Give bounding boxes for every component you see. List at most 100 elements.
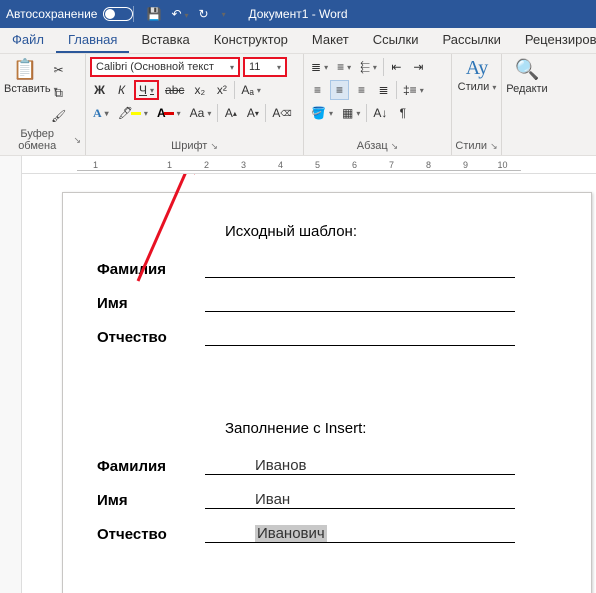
group-styles-label: Стили: [455, 140, 487, 152]
dialog-launcher-icon[interactable]: ↘: [73, 135, 81, 146]
undo-icon[interactable]: ↶▾: [171, 7, 188, 21]
underline-button[interactable]: Ч▾: [134, 80, 159, 100]
editing-button[interactable]: 🔍 Редакти: [506, 57, 548, 95]
group-font-label: Шрифт: [171, 140, 207, 152]
dialog-launcher-icon[interactable]: ↘: [391, 141, 399, 152]
ruler-mark: 5: [299, 160, 336, 170]
section2-title: Заполнение с Insert:: [225, 420, 561, 437]
grow-font-icon[interactable]: A▴: [221, 103, 240, 123]
save-icon[interactable]: 💾: [146, 7, 161, 21]
paste-button[interactable]: 📋 Вставить▾: [4, 57, 46, 95]
label-firstname: Имя: [97, 295, 205, 312]
styles-icon: Ay: [456, 57, 498, 80]
ruler-mark: 9: [447, 160, 484, 170]
group-font: Calibri (Основной текст▾ 11▾ Ж К Ч▾ abc …: [86, 54, 304, 155]
value-firstname[interactable]: Иван: [205, 489, 515, 509]
strike-button[interactable]: abc: [162, 80, 187, 100]
indent-left-icon[interactable]: ⇤: [387, 57, 406, 77]
change-case-icon[interactable]: Aa▾: [187, 103, 215, 123]
paste-label: Вставить: [4, 83, 51, 95]
blank-line[interactable]: [205, 292, 515, 312]
value-patronymic[interactable]: Иванович: [205, 523, 515, 543]
label-firstname: Имя: [97, 492, 205, 509]
section1-title: Исходный шаблон:: [225, 223, 561, 240]
selected-text: Иванович: [255, 525, 327, 542]
find-icon: 🔍: [506, 57, 548, 82]
font-size-combo[interactable]: 11▾: [243, 57, 287, 77]
bullets-icon[interactable]: ≣▾: [308, 57, 331, 77]
ribbon-tabs: Файл Главная Вставка Конструктор Макет С…: [0, 28, 596, 54]
multilevel-icon[interactable]: ⬱▾: [357, 57, 380, 77]
tab-home[interactable]: Главная: [56, 28, 129, 53]
value-lastname[interactable]: Иванов: [205, 455, 515, 475]
dialog-launcher-icon[interactable]: ↘: [490, 141, 498, 152]
shading-icon[interactable]: 🪣▾: [308, 103, 336, 123]
titlebar: Автосохранение 💾 ↶▾ ↻ ▾ Документ1 - Word: [0, 0, 596, 28]
qat-more-icon[interactable]: ▾: [222, 10, 226, 19]
label-lastname: Фамилия: [97, 261, 205, 278]
font-color-icon[interactable]: A▾: [154, 103, 184, 123]
autosave-label: Автосохранение: [6, 7, 97, 21]
group-paragraph-label: Абзац: [357, 140, 388, 152]
copy-icon[interactable]: ⧉: [48, 83, 69, 103]
tab-references[interactable]: Ссылки: [361, 28, 431, 53]
align-center-icon[interactable]: ≡: [330, 80, 349, 100]
superscript-button[interactable]: x²: [212, 80, 231, 100]
cut-icon[interactable]: ✂: [48, 60, 69, 80]
bold-button[interactable]: Ж: [90, 80, 109, 100]
align-right-icon[interactable]: ≡: [352, 80, 371, 100]
tab-review[interactable]: Рецензиров: [513, 28, 596, 53]
tab-design[interactable]: Конструктор: [202, 28, 300, 53]
ruler-mark: 6: [336, 160, 373, 170]
highlight-color-icon[interactable]: 🖊▾: [115, 103, 151, 123]
vertical-ruler[interactable]: [0, 156, 22, 593]
blank-line[interactable]: [205, 326, 515, 346]
show-marks-icon[interactable]: ¶: [393, 103, 412, 123]
ruler-mark: 8: [410, 160, 447, 170]
numbering-icon[interactable]: ≡▾: [334, 57, 354, 77]
document-area[interactable]: Исходный шаблон: Фамилия Имя Отчество За…: [22, 174, 596, 593]
ruler-mark: 1: [151, 160, 188, 170]
tab-file[interactable]: Файл: [0, 28, 56, 53]
text-effect-a-icon[interactable]: A▾: [90, 103, 112, 123]
autosave-toggle[interactable]: Автосохранение: [6, 7, 133, 21]
text-effects-icon[interactable]: Aₐ▾: [238, 80, 263, 100]
blank-line[interactable]: [205, 258, 515, 278]
field-lastname: Фамилия Иванов: [97, 455, 561, 475]
borders-icon[interactable]: ▦▾: [339, 103, 363, 123]
field-patronymic-blank: Отчество: [97, 326, 561, 346]
clear-format-icon[interactable]: A⌫: [269, 103, 294, 123]
font-size-value: 11: [249, 61, 260, 73]
clipboard-icon: 📋: [4, 57, 46, 82]
italic-button[interactable]: К: [112, 80, 131, 100]
font-family-value: Calibri (Основной текст: [96, 61, 214, 73]
label-patronymic: Отчество: [97, 329, 205, 346]
shrink-font-icon[interactable]: A▾: [243, 103, 262, 123]
tab-insert[interactable]: Вставка: [129, 28, 201, 53]
page[interactable]: Исходный шаблон: Фамилия Имя Отчество За…: [62, 192, 592, 593]
align-left-icon[interactable]: ≡: [308, 80, 327, 100]
dialog-launcher-icon[interactable]: ↘: [210, 141, 218, 152]
tab-mailings[interactable]: Рассылки: [430, 28, 512, 53]
ruler-mark: 10: [484, 160, 521, 170]
tab-layout[interactable]: Макет: [300, 28, 361, 53]
line-spacing-icon[interactable]: ‡≡▾: [400, 80, 427, 100]
label-lastname: Фамилия: [97, 458, 205, 475]
group-styles: Ay Стили▾ Стили↘: [452, 54, 502, 155]
format-painter-icon[interactable]: 🖌: [48, 106, 69, 126]
ruler-mark: [114, 160, 151, 170]
toggle-switch[interactable]: [103, 7, 133, 21]
ruler-mark: 3: [225, 160, 262, 170]
horizontal-ruler[interactable]: 1 1 2 3 4 5 6 7 8 9 10: [22, 156, 596, 174]
font-family-combo[interactable]: Calibri (Основной текст▾: [90, 57, 240, 77]
ruler-mark: 2: [188, 160, 225, 170]
redo-icon[interactable]: ↻: [199, 7, 209, 21]
indent-right-icon[interactable]: ⇥: [409, 57, 428, 77]
justify-icon[interactable]: ≣: [374, 80, 393, 100]
styles-button[interactable]: Ay Стили▾: [456, 57, 498, 93]
styles-label: Стили: [458, 81, 490, 93]
field-lastname-blank: Фамилия: [97, 258, 561, 278]
field-firstname: Имя Иван: [97, 489, 561, 509]
sort-icon[interactable]: A↓: [370, 103, 390, 123]
subscript-button[interactable]: x₂: [190, 80, 209, 100]
